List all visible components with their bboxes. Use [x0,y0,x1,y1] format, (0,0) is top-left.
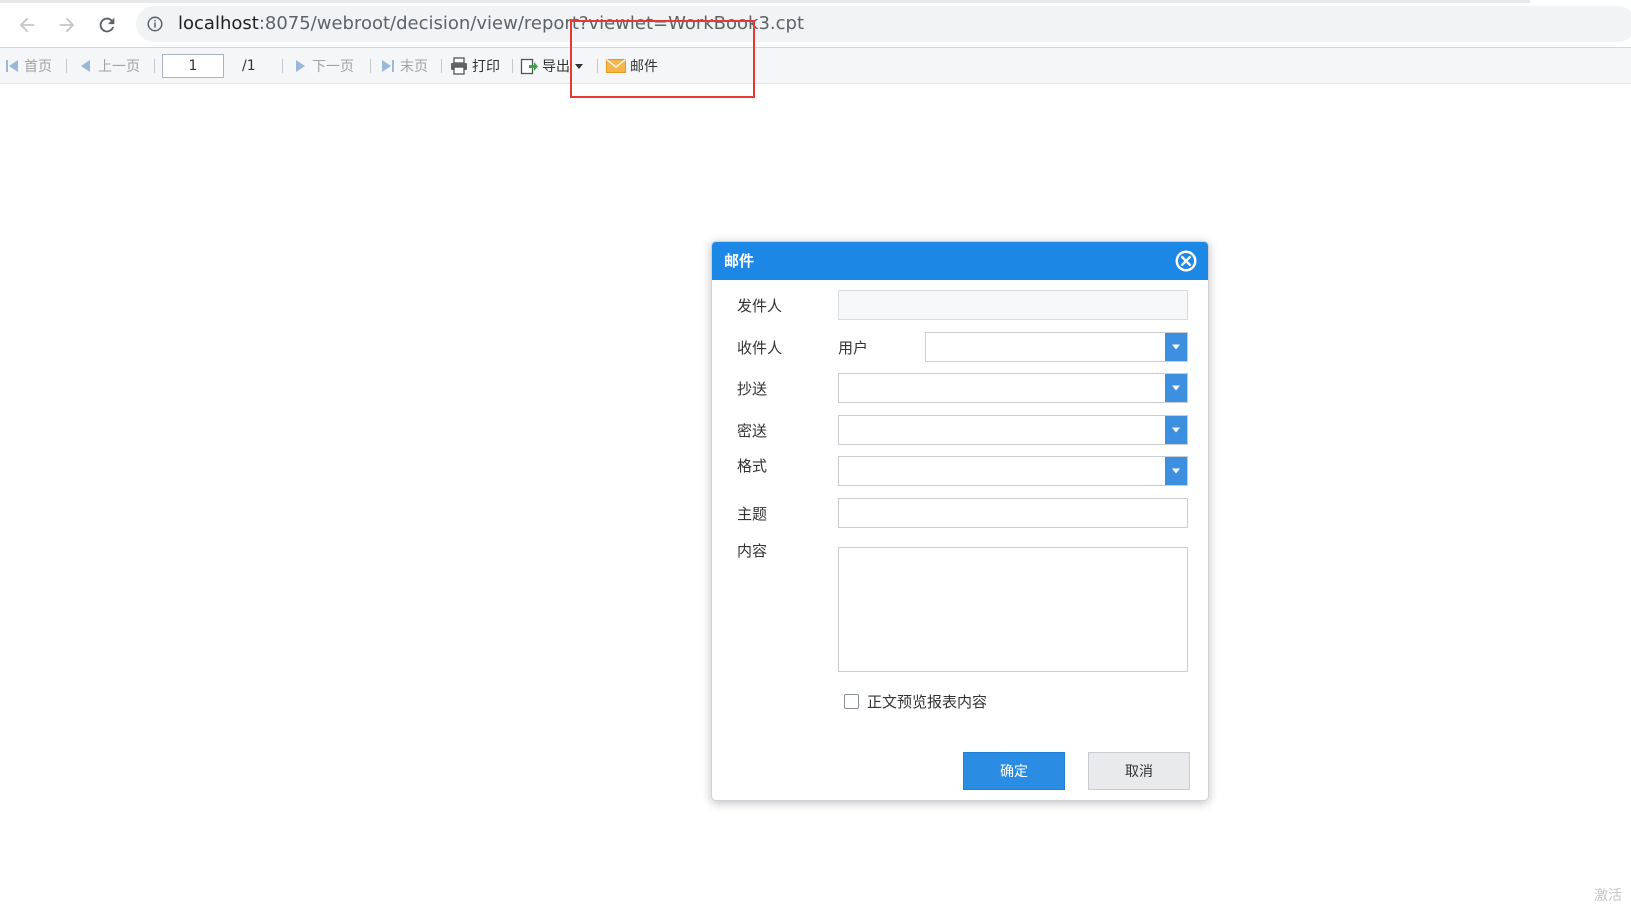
subject-input[interactable] [838,498,1188,528]
preview-checkbox-row[interactable]: 正文预览报表内容 [844,691,987,712]
cc-label: 抄送 [737,380,768,398]
dialog-header: 邮件 [712,242,1208,280]
url-text: localhost:8075/webroot/decision/view/rep… [178,13,804,35]
bcc-select[interactable] [838,415,1188,445]
arrow-left-icon [19,17,35,33]
content-label: 内容 [737,542,768,560]
format-dropdown-trigger[interactable] [1165,457,1187,485]
toolbar-divider [282,59,283,73]
back-button[interactable] [12,10,42,40]
page-total: /1 [242,48,256,83]
next-page-button[interactable]: 下一页 [292,48,354,83]
cc-select[interactable] [838,373,1188,403]
recipient-type-label: 用户 [838,339,869,357]
toolbar-divider [597,59,598,73]
prev-page-button[interactable]: 上一页 [78,48,140,83]
chevron-down-icon [1172,385,1180,391]
report-toolbar: 首页 上一页 /1 下一页 末页 打印 导出 邮件 [0,48,1631,84]
recipient-dropdown-trigger[interactable] [1165,333,1187,361]
arrow-right-icon [59,17,75,33]
url-path: :8075/webroot/decision/view/report?viewl… [258,13,805,34]
page-number-input[interactable] [162,54,224,78]
toolbar-divider [66,59,67,73]
format-select[interactable] [838,456,1188,486]
last-page-label: 末页 [400,58,428,75]
dialog-title: 邮件 [724,252,755,270]
prev-page-label: 上一页 [98,58,140,75]
sender-field[interactable] [838,290,1188,320]
first-page-label: 首页 [24,58,52,75]
url-host: localhost [178,13,259,34]
toolbar-divider [154,59,155,73]
sender-label: 发件人 [737,297,783,315]
bcc-dropdown-trigger[interactable] [1165,416,1187,444]
preview-checkbox[interactable] [844,694,859,709]
reload-icon [99,17,115,33]
print-button[interactable]: 打印 [450,48,500,83]
export-icon [520,58,538,74]
email-button[interactable]: 邮件 [606,48,658,83]
close-circle-icon [1175,250,1197,272]
subject-label: 主题 [737,505,768,523]
content-textarea[interactable] [838,547,1188,672]
chevron-down-icon [1172,344,1180,350]
bcc-label: 密送 [737,422,768,440]
forward-button[interactable] [52,10,82,40]
browser-toolbar: localhost:8075/webroot/decision/view/rep… [0,0,1631,48]
site-info-icon[interactable] [146,15,164,33]
email-label: 邮件 [630,58,658,75]
next-page-icon [296,59,305,72]
next-page-label: 下一页 [312,58,354,75]
chevron-down-icon [1172,468,1180,474]
toolbar-divider [441,59,442,73]
envelope-icon [606,58,626,73]
recipient-label: 收件人 [737,339,783,357]
email-dialog: 邮件 发件人 收件人 用户 抄送 密送 格式 主题 内容 正文预览报表内容 确定… [711,241,1209,801]
dialog-close-button[interactable] [1174,249,1198,273]
reload-button[interactable] [92,10,122,40]
last-page-button[interactable]: 末页 [380,48,428,83]
page-total-label: /1 [242,57,256,74]
prev-page-icon [81,59,90,72]
chevron-down-icon [1172,427,1180,433]
export-button[interactable]: 导出 [520,48,588,83]
corner-watermark-text: 激活 [1594,888,1622,904]
last-page-icon [382,59,394,72]
recipient-select[interactable] [925,332,1188,362]
printer-icon [451,56,467,75]
cc-dropdown-trigger[interactable] [1165,374,1187,402]
address-bar[interactable]: localhost:8075/webroot/decision/view/rep… [136,6,1631,42]
caret-down-icon [575,63,583,69]
export-label: 导出 [542,58,570,75]
cancel-button[interactable]: 取消 [1088,752,1190,790]
preview-checkbox-label: 正文预览报表内容 [867,693,988,711]
loading-indicator [0,0,1530,3]
first-page-icon [6,59,18,72]
format-label: 格式 [737,457,768,475]
first-page-button[interactable]: 首页 [4,48,52,83]
confirm-button[interactable]: 确定 [963,752,1065,790]
toolbar-divider [512,59,513,73]
print-label: 打印 [472,58,500,75]
toolbar-divider [370,59,371,73]
